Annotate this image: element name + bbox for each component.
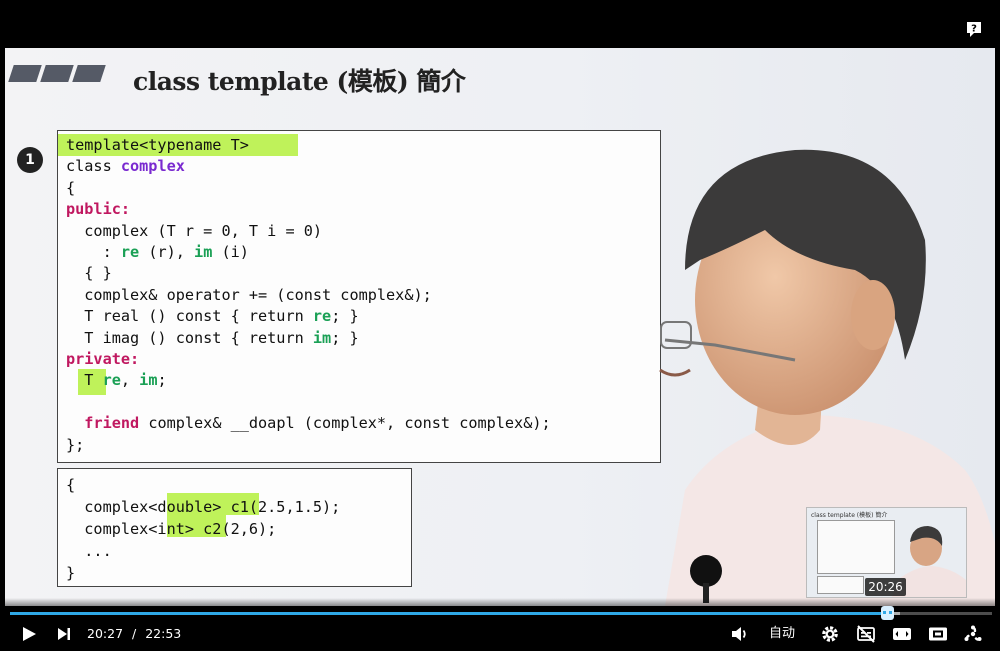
slide-title: class template (模板) 簡介: [133, 67, 466, 96]
slide-deco-bar: [8, 65, 42, 82]
scrub-handle[interactable]: [881, 606, 894, 620]
volume-button[interactable]: [729, 622, 751, 646]
subtitles-off-icon: [857, 625, 875, 643]
fullscreen-icon: [929, 627, 947, 641]
duration: 22:53: [145, 626, 182, 641]
next-button[interactable]: [54, 622, 74, 646]
gear-icon: [822, 626, 838, 642]
progress-bar[interactable]: [10, 612, 992, 615]
video-player[interactable]: class template (模板) 簡介 1 template<typena…: [0, 0, 1000, 651]
progress-played: [10, 612, 888, 615]
theater-mode-button[interactable]: [891, 622, 913, 646]
extra-button[interactable]: [962, 622, 984, 646]
step-badge: 1: [17, 147, 43, 173]
slide-deco-bar: [72, 65, 106, 82]
code-text-template-class: template<typename T> class complex { pub…: [66, 136, 551, 454]
play-icon: [23, 627, 36, 641]
current-time: 20:27: [87, 626, 124, 641]
microphone-icon: [690, 555, 722, 603]
fullscreen-button[interactable]: [927, 622, 949, 646]
subtitles-button[interactable]: [855, 622, 877, 646]
time-display: 20:27 / 22:53: [87, 625, 181, 643]
play-button[interactable]: [18, 622, 40, 646]
volume-icon: [732, 627, 746, 641]
preview-slide-title: class template (模板) 簡介: [811, 512, 888, 519]
time-separator: /: [132, 626, 137, 641]
quality-button[interactable]: 自动: [769, 625, 795, 643]
slide-deco-bar: [40, 65, 74, 82]
extra-icon: [964, 625, 982, 641]
preview-timestamp: 20:26: [865, 578, 906, 596]
preview-code-block: [817, 520, 895, 574]
svg-text:?: ?: [971, 24, 977, 35]
settings-button[interactable]: [819, 622, 841, 646]
theater-mode-icon: [893, 628, 911, 640]
code-block-template-class: template<typename T> class complex { pub…: [57, 130, 661, 463]
code-block-usage: { complex<double> c1(2.5,1.5); complex<i…: [57, 468, 412, 587]
help-icon[interactable]: ?: [965, 20, 983, 38]
preview-code-block: [817, 576, 864, 594]
code-text-usage: { complex<double> c1(2.5,1.5); complex<i…: [66, 476, 341, 582]
next-icon: [58, 628, 70, 640]
